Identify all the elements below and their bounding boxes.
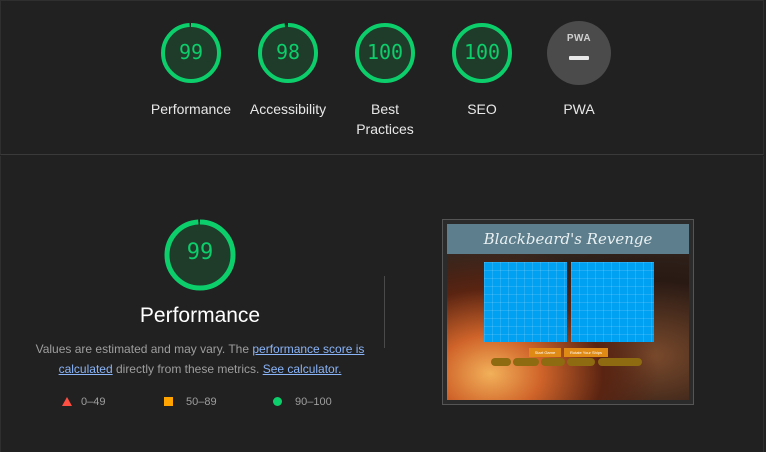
gauge-label: PWA bbox=[563, 101, 595, 117]
gauge-label: SEO bbox=[467, 101, 497, 117]
vertical-divider bbox=[384, 276, 385, 348]
legend-range: 50–89 bbox=[186, 396, 217, 408]
ship-pill bbox=[513, 358, 539, 366]
triangle-icon bbox=[62, 397, 72, 406]
opponent-board bbox=[571, 262, 654, 342]
legend-average: 50–89 bbox=[164, 396, 217, 408]
gauge-accessibility[interactable]: 98 Accessibility bbox=[238, 21, 338, 119]
gauge-seo[interactable]: 100 SEO bbox=[432, 21, 532, 119]
player-board bbox=[484, 262, 567, 342]
legend-range: 90–100 bbox=[295, 396, 332, 408]
see-calculator-link[interactable]: See calculator. bbox=[263, 362, 342, 376]
category-summary: 99 Performance 98 Accessibility 100 Best… bbox=[0, 0, 764, 155]
dash-icon bbox=[569, 56, 589, 60]
performance-description: Values are estimated and may vary. The p… bbox=[30, 339, 370, 379]
pwa-badge: PWA bbox=[547, 21, 611, 85]
circle-icon bbox=[273, 397, 282, 406]
final-screenshot[interactable]: Blackbeard's Revenge Start Game Rotate Y… bbox=[442, 219, 694, 405]
gauge-score: 99 bbox=[178, 40, 204, 64]
rotate-ships-button: Rotate Your Ships bbox=[564, 348, 608, 357]
performance-title: Performance bbox=[139, 304, 261, 327]
start-game-button: Start Game bbox=[529, 348, 561, 357]
gauge-performance[interactable]: 99 Performance bbox=[141, 21, 241, 119]
legend-pass: 90–100 bbox=[273, 396, 332, 408]
gauge-score: 100 bbox=[366, 40, 404, 64]
gauge-score: 100 bbox=[463, 40, 501, 64]
ship-pill bbox=[567, 358, 595, 366]
ship-pill bbox=[598, 358, 642, 366]
screenshot-title: Blackbeard's Revenge bbox=[447, 224, 689, 254]
legend-fail: 0–49 bbox=[62, 396, 105, 408]
performance-score: 99 bbox=[186, 240, 214, 265]
gauge-best-practices[interactable]: 100 Best Practices bbox=[335, 21, 435, 139]
gauge-score: 98 bbox=[275, 40, 301, 64]
square-icon bbox=[164, 397, 173, 406]
gauge-label: Performance bbox=[150, 101, 232, 117]
ship-pill bbox=[541, 358, 565, 366]
gauge-label: Accessibility bbox=[249, 101, 327, 117]
ship-pill bbox=[491, 358, 511, 366]
pwa-icon: PWA bbox=[566, 33, 592, 44]
screenshot-image: Blackbeard's Revenge Start Game Rotate Y… bbox=[447, 224, 689, 400]
gauge-label: Best Practices bbox=[356, 101, 414, 137]
gauge-pwa[interactable]: PWA PWA bbox=[529, 21, 629, 119]
desc-middle: directly from these metrics. bbox=[112, 362, 263, 376]
legend-range: 0–49 bbox=[81, 396, 106, 408]
desc-prefix: Values are estimated and may vary. The bbox=[35, 342, 253, 356]
